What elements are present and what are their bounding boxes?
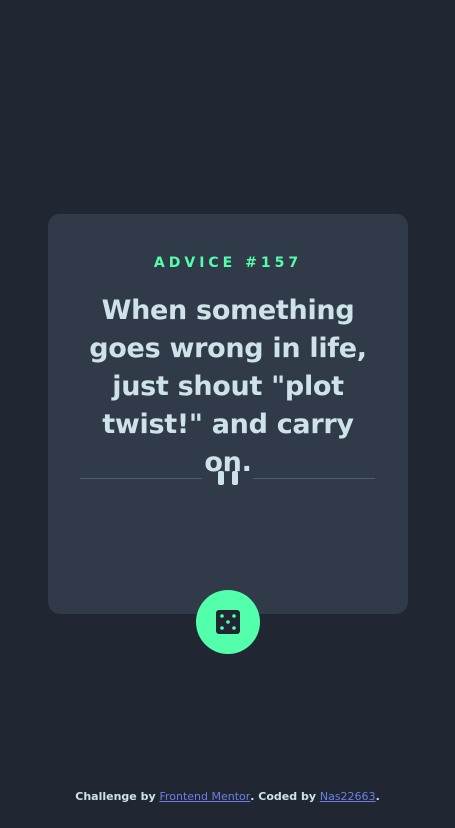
- new-advice-button[interactable]: [196, 590, 260, 654]
- attribution-middle: . Coded by: [250, 790, 320, 803]
- attribution-suffix: .: [375, 790, 380, 803]
- dice-icon: [216, 610, 240, 634]
- author-link[interactable]: Nas22663: [320, 790, 376, 803]
- advice-id: ADVICE #157: [153, 255, 303, 271]
- frontend-mentor-link[interactable]: Frontend Mentor: [159, 790, 250, 803]
- pause-icon: [218, 471, 238, 485]
- advice-card: ADVICE #157 When something goes wrong in…: [48, 214, 408, 614]
- divider: [80, 470, 375, 486]
- divider-line-right: [253, 478, 375, 479]
- attribution: Challenge by Frontend Mentor. Coded by N…: [0, 789, 455, 805]
- pause-bar-left: [218, 471, 224, 485]
- advice-quote: When something goes wrong in life, just …: [89, 295, 367, 478]
- divider-line-left: [80, 478, 202, 479]
- attribution-prefix: Challenge by: [75, 790, 160, 803]
- pause-bar-right: [232, 471, 238, 485]
